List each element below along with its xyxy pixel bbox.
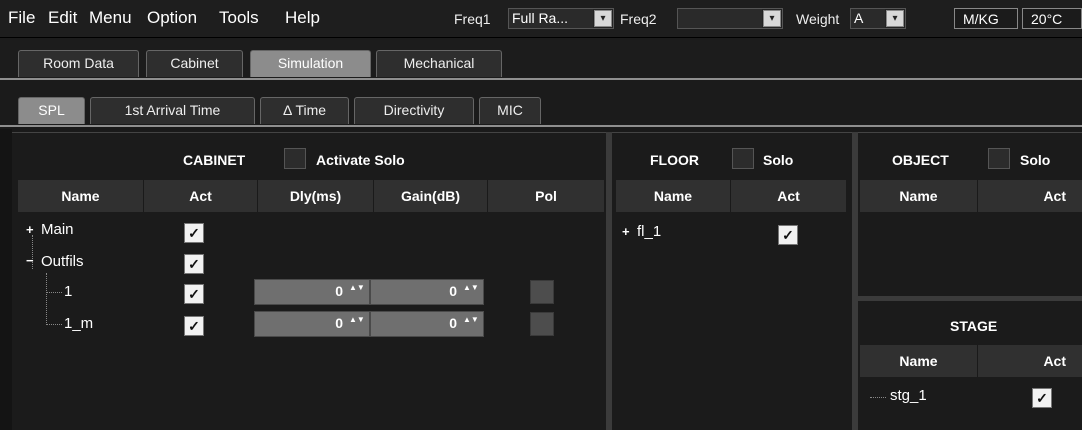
col-name[interactable]: Name bbox=[616, 180, 731, 212]
expand-icon[interactable]: + bbox=[26, 222, 34, 237]
spin-arrows-icon[interactable]: ▲▼ bbox=[463, 315, 479, 335]
temperature-button[interactable]: 20°C bbox=[1022, 8, 1082, 29]
sub-tab-bar: SPL 1st Arrival Time Δ Time Directivity … bbox=[0, 80, 1082, 127]
tab-cabinet[interactable]: Cabinet bbox=[146, 50, 243, 77]
delay-stepper[interactable]: 0 ▲▼ bbox=[254, 279, 370, 305]
row-name: Main bbox=[41, 221, 74, 238]
expand-icon[interactable]: + bbox=[622, 224, 630, 239]
delay-stepper[interactable]: 0 ▲▼ bbox=[254, 311, 370, 337]
tab-delta-time[interactable]: Δ Time bbox=[260, 97, 349, 124]
freq1-label: Freq1 bbox=[454, 11, 491, 27]
col-name[interactable]: Name bbox=[860, 180, 978, 212]
menu-bar: File Edit Menu Option Tools Help Freq1 F… bbox=[0, 0, 1082, 38]
menu-tools[interactable]: Tools bbox=[219, 8, 259, 28]
tree-line bbox=[870, 397, 886, 398]
object-solo-label: Solo bbox=[1020, 152, 1051, 168]
cabinet-title: CABINET bbox=[183, 152, 246, 168]
tab-room-data[interactable]: Room Data bbox=[18, 50, 139, 77]
pol-toggle[interactable] bbox=[530, 280, 554, 304]
floor-solo-checkbox[interactable] bbox=[732, 148, 754, 169]
gain-stepper[interactable]: 0 ▲▼ bbox=[370, 279, 484, 305]
floor-header: Name Act bbox=[616, 180, 846, 212]
col-pol[interactable]: Pol bbox=[488, 180, 604, 212]
col-act[interactable]: Act bbox=[978, 180, 1082, 212]
tab-simulation[interactable]: Simulation bbox=[250, 50, 371, 77]
act-checkbox[interactable]: ✓ bbox=[184, 223, 204, 243]
object-panel: OBJECT Solo Name Act bbox=[858, 132, 1082, 296]
freq1-select[interactable]: Full Ra... ▾ bbox=[508, 8, 614, 29]
spin-arrows-icon[interactable]: ▲▼ bbox=[349, 315, 365, 335]
row-name: 1 bbox=[64, 283, 73, 300]
chevron-down-icon[interactable]: ▾ bbox=[594, 10, 612, 27]
object-title: OBJECT bbox=[892, 152, 949, 168]
tab-spl[interactable]: SPL bbox=[18, 97, 85, 124]
menu-edit[interactable]: Edit bbox=[48, 8, 77, 28]
main-tab-bar: Room Data Cabinet Simulation Mechanical bbox=[0, 38, 1082, 80]
gain-value: 0 bbox=[449, 283, 457, 299]
stage-header: Name Act bbox=[860, 345, 1082, 377]
tab-mechanical[interactable]: Mechanical bbox=[376, 50, 502, 77]
freq1-value: Full Ra... bbox=[509, 9, 593, 28]
chevron-down-icon[interactable]: ▾ bbox=[763, 10, 781, 27]
cabinet-header: Name Act Dly(ms) Gain(dB) Pol bbox=[18, 180, 604, 212]
menu-menu[interactable]: Menu bbox=[89, 8, 132, 28]
row-name: Outfils bbox=[41, 253, 84, 270]
tree-line bbox=[46, 324, 62, 325]
cabinet-panel: CABINET Activate Solo Name Act Dly(ms) G… bbox=[12, 132, 608, 430]
row-name: fl_1 bbox=[637, 223, 662, 240]
freq2-select[interactable]: ▾ bbox=[677, 8, 783, 29]
tab-mic[interactable]: MIC bbox=[479, 97, 541, 124]
row-name: 1_m bbox=[64, 315, 94, 332]
menu-option[interactable]: Option bbox=[147, 8, 197, 28]
chevron-down-icon[interactable]: ▾ bbox=[886, 10, 904, 27]
object-header: Name Act bbox=[860, 180, 1082, 212]
col-act[interactable]: Act bbox=[144, 180, 258, 212]
act-checkbox[interactable]: ✓ bbox=[1032, 388, 1052, 408]
weight-select[interactable]: A ▾ bbox=[850, 8, 906, 29]
act-checkbox[interactable]: ✓ bbox=[778, 225, 798, 245]
act-checkbox[interactable]: ✓ bbox=[184, 254, 204, 274]
collapse-icon[interactable]: − bbox=[26, 253, 34, 268]
floor-panel: FLOOR Solo Name Act + fl_1 ✓ bbox=[612, 132, 852, 430]
col-name[interactable]: Name bbox=[860, 345, 978, 377]
unit-button[interactable]: M/KG bbox=[954, 8, 1018, 29]
col-act[interactable]: Act bbox=[978, 345, 1082, 377]
pol-toggle[interactable] bbox=[530, 312, 554, 336]
row-name: stg_1 bbox=[890, 387, 927, 404]
stage-title: STAGE bbox=[950, 318, 998, 334]
weight-value: A bbox=[851, 9, 885, 28]
col-name[interactable]: Name bbox=[18, 180, 144, 212]
spin-arrows-icon[interactable]: ▲▼ bbox=[463, 283, 479, 303]
tree-line bbox=[46, 292, 62, 293]
stage-panel: STAGE Name Act stg_1 ✓ bbox=[858, 301, 1082, 430]
floor-title: FLOOR bbox=[650, 152, 699, 168]
col-dly[interactable]: Dly(ms) bbox=[258, 180, 374, 212]
col-gain[interactable]: Gain(dB) bbox=[374, 180, 488, 212]
gain-stepper[interactable]: 0 ▲▼ bbox=[370, 311, 484, 337]
left-margin bbox=[0, 129, 12, 430]
object-solo-checkbox[interactable] bbox=[988, 148, 1010, 169]
tab-directivity[interactable]: Directivity bbox=[354, 97, 474, 124]
spin-arrows-icon[interactable]: ▲▼ bbox=[349, 283, 365, 303]
col-act[interactable]: Act bbox=[731, 180, 846, 212]
floor-solo-label: Solo bbox=[763, 152, 794, 168]
gain-value: 0 bbox=[449, 315, 457, 331]
weight-label: Weight bbox=[796, 11, 840, 27]
delay-value: 0 bbox=[335, 283, 343, 299]
activate-solo-checkbox[interactable] bbox=[284, 148, 306, 169]
freq2-value bbox=[678, 9, 762, 28]
menu-help[interactable]: Help bbox=[285, 8, 320, 28]
tree-line bbox=[46, 273, 47, 325]
menu-file[interactable]: File bbox=[8, 8, 35, 28]
act-checkbox[interactable]: ✓ bbox=[184, 284, 204, 304]
freq2-label: Freq2 bbox=[620, 11, 657, 27]
activate-solo-label: Activate Solo bbox=[316, 152, 405, 168]
tab-first-arrival-time[interactable]: 1st Arrival Time bbox=[90, 97, 255, 124]
delay-value: 0 bbox=[335, 315, 343, 331]
act-checkbox[interactable]: ✓ bbox=[184, 316, 204, 336]
